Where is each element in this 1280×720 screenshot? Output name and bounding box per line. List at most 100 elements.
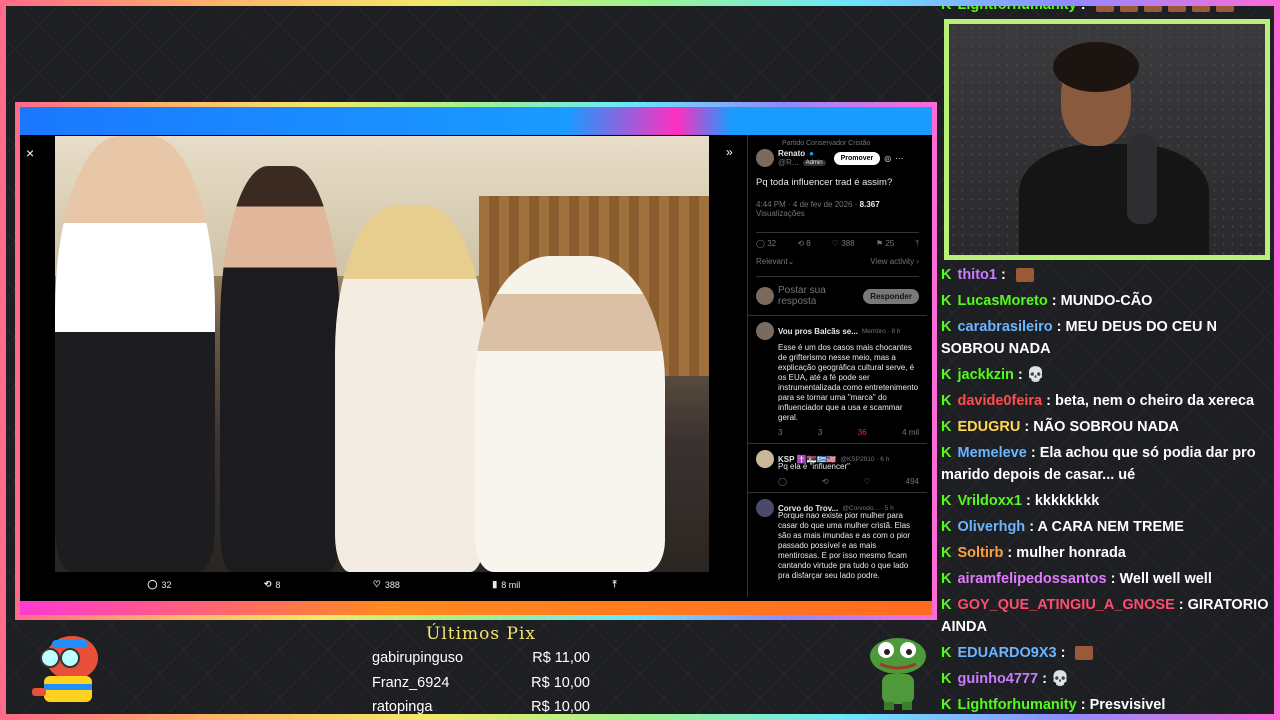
reply-avatar[interactable] (756, 499, 774, 517)
reply-like-icon[interactable]: ♡ (864, 477, 871, 486)
reply-item[interactable]: KSP ✝️🇷🇸🇬🇷🇺🇸 @KSP2910 · 6 h Pq ela é "inf… (748, 443, 927, 492)
tweet-share-icon[interactable]: ⤒ (915, 239, 919, 249)
stream-stage: × » ◯ 32 ⟲ 8 ♡ 388 ▮ 8 mil ⤒ Partido Conserv… (6, 6, 1274, 714)
reply-button[interactable]: Responder (863, 288, 919, 304)
chat-message: K Memeleve : Ela achou que só podia dar p… (941, 442, 1271, 486)
chat-separator: : (1174, 597, 1188, 613)
kick-badge-icon: K (941, 419, 952, 435)
chat-username[interactable]: jackkzin (957, 367, 1013, 383)
chat-username[interactable]: Soltirb (957, 545, 1003, 561)
promote-button[interactable]: Promover (833, 151, 881, 165)
chat-message: Kguinho4777 : 💀 (941, 668, 1271, 690)
chat-separator: : (1025, 519, 1038, 535)
chat-username[interactable]: Lightforhumanity (957, 6, 1076, 13)
chat-message: K EDUGRU : NÃO SOBROU NADA (941, 416, 1271, 438)
chat-username[interactable]: EDUARDO9X3 (957, 645, 1056, 661)
chat-separator: : (1076, 697, 1090, 713)
kick-badge-icon: K (941, 293, 952, 309)
reply-item[interactable]: Corvo do Trov... @Corvodo... · 5 h Porque… (748, 492, 927, 587)
tweet-reply-button[interactable]: ◯ 32 (756, 239, 776, 249)
reply-comment-count[interactable]: 3 (778, 428, 782, 437)
chat-username[interactable]: airamfelipedossantos (957, 571, 1106, 587)
pix-row: Franz_6924 R$ 10,00 (366, 671, 596, 696)
admin-badge: Admin (802, 159, 826, 166)
pix-donor: gabirupinguso (372, 650, 464, 666)
tweet-sidebar: Partido Conservador Cristão Renato ● @R..… (747, 135, 927, 597)
photo-retweet-button[interactable]: ⟲ 8 (264, 579, 281, 590)
view-activity-link[interactable]: View activity › (870, 257, 919, 266)
chat-separator: : (1047, 293, 1061, 309)
chat-separator: : (1077, 6, 1090, 13)
reply-retweet-count[interactable]: 3 (818, 428, 822, 437)
kick-badge-icon: K (941, 367, 952, 383)
chat-separator: : (1038, 671, 1051, 687)
collapse-chevron-icon[interactable]: » (726, 145, 733, 159)
author-avatar[interactable] (756, 149, 774, 167)
reply-input[interactable]: Postar sua resposta (778, 285, 859, 307)
reply-text: Porque nao existe pior mulher para casar… (778, 511, 911, 580)
reply-item[interactable]: Vou pros Balcãs se... Membro · 8 h Esse é… (748, 315, 927, 443)
recent-pix-title: Últimos Pix (426, 624, 536, 644)
reply-views-count[interactable]: 4 mil (902, 428, 919, 437)
chat-separator: : (1042, 393, 1056, 409)
chat-separator: : (1020, 419, 1034, 435)
reply-author[interactable]: Vou pros Balcãs se... (778, 327, 858, 336)
author-name[interactable]: Renato (778, 149, 805, 158)
photo-pope (475, 256, 665, 572)
photo-groom (220, 166, 340, 572)
close-icon[interactable]: × (26, 145, 34, 161)
tweet-bookmark-button[interactable]: ⚑ 25 (876, 239, 894, 249)
reply-views-count[interactable]: 494 (906, 477, 919, 486)
chat-username[interactable]: guinho4777 (957, 671, 1038, 687)
reply-like-count[interactable]: 36 (858, 428, 867, 437)
chat-separator: : (996, 267, 1010, 283)
more-options-icon[interactable]: ⋯ (895, 154, 903, 163)
chat-text: MUNDO-CÃO (1060, 293, 1153, 309)
tweet-like-button[interactable]: ♡ 388 (832, 239, 855, 249)
chat-username[interactable]: EDUGRU (957, 419, 1020, 435)
comment-count: 32 (161, 579, 172, 590)
author-handle[interactable]: @R... (778, 158, 799, 167)
tweet-retweet-button[interactable]: ⟲ 8 (797, 239, 810, 249)
reply-avatar[interactable] (756, 322, 774, 340)
chat-message: K Vrildoxx1 : kkkkkkkk (941, 490, 1271, 512)
chat-username[interactable]: carabrasileiro (957, 319, 1052, 335)
chat-text: 💀 (1026, 367, 1045, 383)
kick-badge-icon: K (941, 697, 952, 713)
chat-emote-icon (1191, 6, 1210, 13)
reply-avatar[interactable] (756, 450, 774, 468)
chat-username[interactable]: LucasMoreto (957, 293, 1047, 309)
photo-comment-button[interactable]: ◯ 32 (147, 579, 171, 590)
community-name[interactable]: Partido Conservador Cristão (756, 140, 919, 147)
chat-separator: : (1052, 319, 1066, 335)
views-count: 8 mil (501, 579, 521, 590)
chat-username[interactable]: Oliverhgh (957, 519, 1025, 535)
photo-bride (335, 206, 485, 572)
pix-donor: Franz_6924 (372, 674, 450, 691)
reply-retweet-icon[interactable]: ⟲ (822, 477, 829, 486)
chat-username[interactable]: davide0feira (957, 393, 1042, 409)
chat-username[interactable]: Vrildoxx1 (957, 493, 1021, 509)
chat-username[interactable]: GOY_QUE_ATINGIU_A_GNOSE (957, 597, 1174, 613)
reply-meta: Membro · 8 h (861, 327, 901, 335)
relevance-sort-dropdown[interactable]: Relevant⌄ (756, 257, 794, 266)
photo-like-button[interactable]: ♡ 388 (373, 579, 400, 590)
tweet-timestamp[interactable]: 4:44 PM · 4 de fev de 2026 · (756, 200, 857, 209)
chat-emote-icon (1215, 6, 1234, 13)
kick-badge-icon: K (941, 571, 952, 587)
my-avatar (756, 287, 774, 305)
photo-share-button[interactable]: ⤒ (613, 579, 617, 590)
reply-comment-icon[interactable]: ◯ (778, 477, 787, 486)
chat-text: Well well well (1119, 571, 1212, 587)
chat-username[interactable]: thito1 (957, 267, 996, 283)
chat-username[interactable]: Memeleve (957, 445, 1026, 461)
photo-views-button[interactable]: ▮ 8 mil (492, 579, 520, 590)
chat-message: Kcarabrasileiro : MEU DEUS DO CEU N SOBR… (941, 316, 1271, 360)
chat-username[interactable]: Lightforhumanity (957, 697, 1076, 713)
chat-text: mulher honrada (1016, 545, 1126, 561)
retweet-count: 8 (275, 579, 281, 590)
bookmark-count: 25 (885, 239, 895, 248)
chat-separator: : (1003, 545, 1017, 561)
like-count: 388 (841, 239, 855, 248)
grok-icon[interactable]: ◎ (884, 154, 891, 163)
